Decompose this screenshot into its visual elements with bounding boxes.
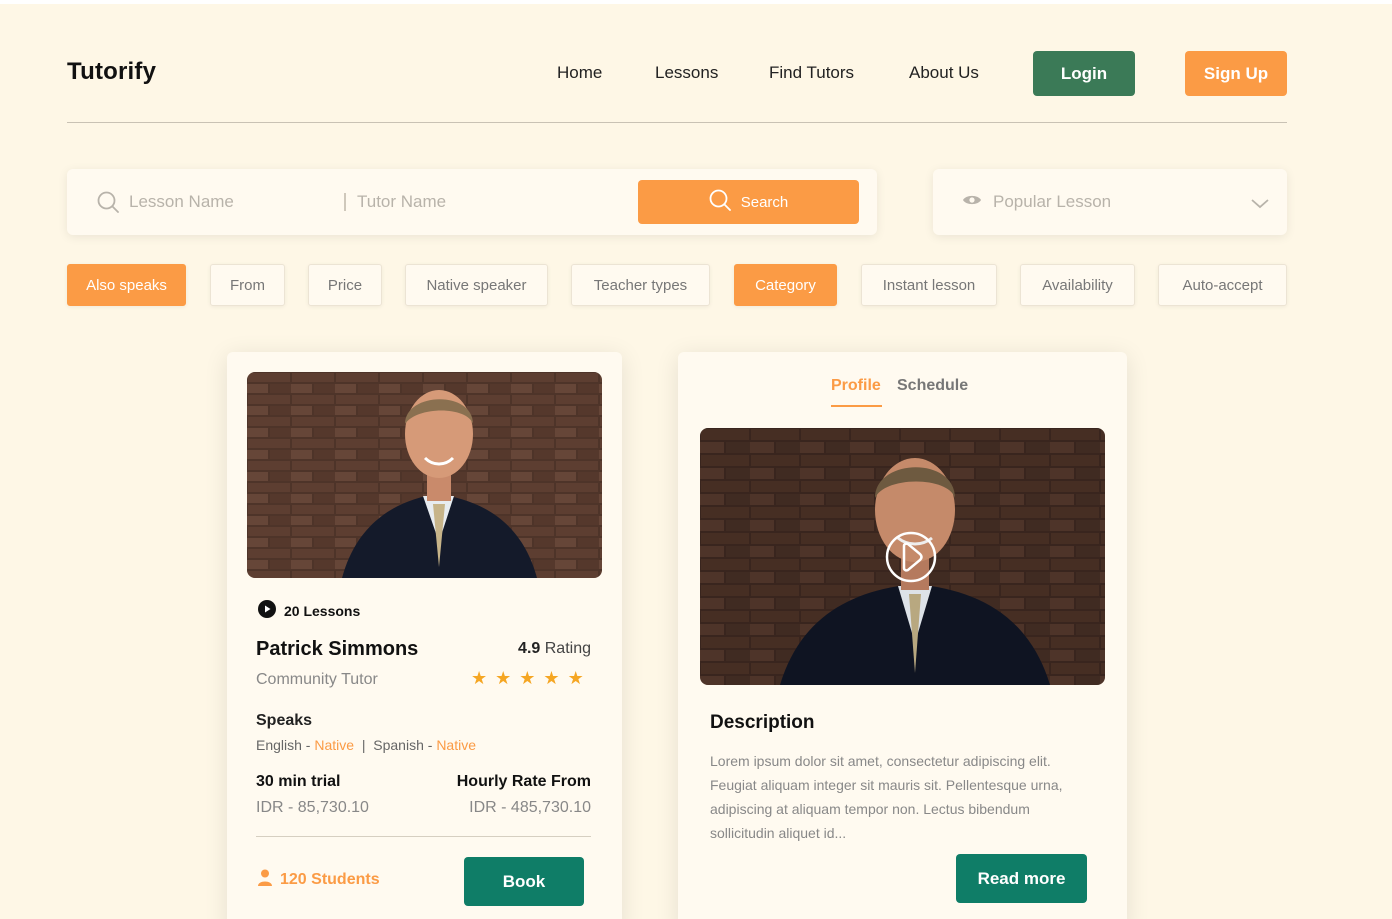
lessons-count: 20 Lessons: [258, 600, 360, 621]
star-icon: ★: [495, 668, 512, 688]
filter-instant-lesson[interactable]: Instant lesson: [861, 264, 997, 306]
nav-find-tutors[interactable]: Find Tutors: [769, 63, 854, 83]
tab-profile[interactable]: Profile: [831, 377, 881, 395]
lessons-count-label: 20 Lessons: [284, 602, 361, 619]
active-tab-indicator: [831, 405, 882, 407]
star-rating: ★ ★ ★ ★ ★: [471, 668, 584, 689]
speaks-languages: English - Native | Spanish - Native: [256, 737, 476, 753]
language-name: English: [256, 737, 302, 753]
language-level: Native: [436, 737, 476, 753]
search-button-label: Search: [740, 193, 789, 211]
play-circle-icon: [258, 600, 276, 621]
search-bar: Search: [67, 169, 877, 235]
tutor-photo: [247, 372, 602, 578]
tutor-name[interactable]: Patrick Simmons: [256, 638, 418, 661]
filter-teacher-types[interactable]: Teacher types: [571, 264, 710, 306]
trial-price: IDR - 85,730.10: [256, 799, 369, 816]
top-edge: [0, 0, 1392, 4]
star-icon: ★: [567, 668, 584, 688]
tutor-name-input[interactable]: [357, 189, 597, 215]
speaks-title: Speaks: [256, 712, 313, 729]
star-icon: ★: [543, 668, 560, 688]
tutor-role: Community Tutor: [256, 671, 378, 688]
nav-lessons[interactable]: Lessons: [655, 63, 718, 83]
card-divider: [256, 836, 591, 837]
header-divider: [67, 122, 1287, 123]
tab-schedule[interactable]: Schedule: [897, 377, 968, 395]
rating-label: Rating: [544, 640, 591, 657]
nav-about-us[interactable]: About Us: [909, 63, 979, 83]
sort-selected-value: Popular Lesson: [993, 192, 1112, 211]
trial-title: 30 min trial: [256, 773, 341, 790]
brand-logo[interactable]: Tutorify: [67, 58, 156, 86]
login-button[interactable]: Login: [1033, 51, 1135, 96]
hourly-rate-price: IDR - 485,730.10: [469, 799, 591, 816]
star-icon: ★: [519, 668, 536, 688]
user-icon: [258, 869, 272, 891]
students-count: 120 Students: [258, 869, 380, 891]
sort-dropdown[interactable]: Popular Lesson: [933, 169, 1287, 235]
description-title: Description: [710, 712, 815, 733]
filter-from[interactable]: From: [210, 264, 285, 306]
hourly-rate-title: Hourly Rate From: [456, 773, 591, 790]
lesson-name-input[interactable]: [129, 189, 329, 215]
tutor-rating: 4.9 Rating: [518, 640, 591, 658]
rating-value: 4.9: [518, 640, 541, 657]
tutor-card: 20 Lessons Patrick Simmons Community Tut…: [227, 352, 622, 919]
search-button[interactable]: Search: [638, 180, 859, 224]
filter-also-speaks[interactable]: Also speaks: [67, 264, 186, 306]
filter-native-speaker[interactable]: Native speaker: [405, 264, 548, 306]
filter-availability[interactable]: Availability: [1020, 264, 1135, 306]
filter-price[interactable]: Price: [308, 264, 382, 306]
profile-card: Profile Schedule Description Lorem ipsum…: [678, 352, 1127, 919]
read-more-button[interactable]: Read more: [956, 854, 1087, 903]
students-count-label: 120 Students: [280, 871, 380, 888]
book-button[interactable]: Book: [464, 857, 584, 906]
chevron-down-icon: [1251, 196, 1269, 214]
description-text: Lorem ipsum dolor sit amet, consectetur …: [710, 753, 1063, 841]
language-name: Spanish: [373, 737, 424, 753]
search-separator: [344, 193, 346, 211]
search-icon: [709, 189, 731, 215]
search-icon: [97, 191, 119, 213]
filter-auto-accept[interactable]: Auto-accept: [1158, 264, 1287, 306]
star-icon: ★: [471, 668, 488, 688]
eye-icon: [962, 193, 982, 212]
language-level: Native: [314, 737, 355, 753]
filter-category[interactable]: Category: [734, 264, 837, 306]
nav-home[interactable]: Home: [557, 63, 602, 83]
signup-button[interactable]: Sign Up: [1185, 51, 1287, 96]
